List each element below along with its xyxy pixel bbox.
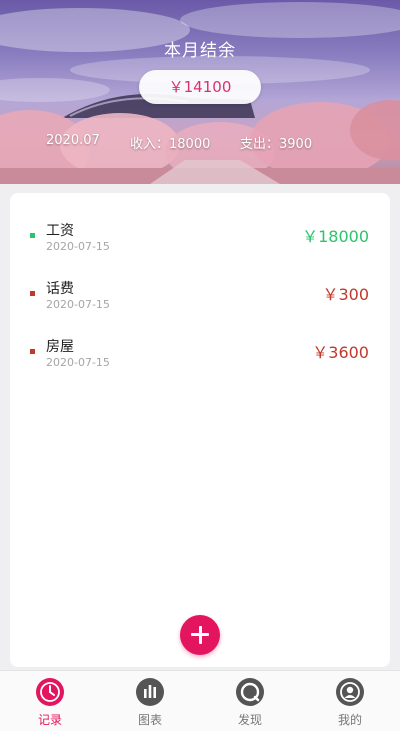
tab-charts[interactable]: 图表: [120, 675, 180, 729]
bar-chart-icon: [136, 678, 164, 706]
record-amount: ￥300: [322, 285, 369, 304]
record-name: 房屋: [46, 339, 74, 355]
balance-title: 本月结余: [164, 41, 236, 61]
add-record-button[interactable]: [180, 615, 220, 655]
bottom-nav: 记录 图表 发现 我的: [0, 670, 400, 731]
records-card: 工资 2020-07-15 ￥18000 话费 2020-07-15 ￥300 …: [10, 193, 390, 667]
record-row-housing[interactable]: 房屋 2020-07-15 ￥3600: [10, 329, 390, 383]
record-row-phone[interactable]: 话费 2020-07-15 ￥300: [10, 271, 390, 325]
header-banner: 本月结余 ￥14100 2020.07 收入：18000 支出：3900: [0, 0, 400, 184]
tab-label: 发现: [237, 713, 262, 727]
expense-total: 支出：3900: [240, 137, 313, 152]
tab-label: 记录: [37, 713, 62, 727]
record-name: 工资: [46, 223, 74, 239]
user-icon: [336, 678, 364, 706]
record-name: 话费: [46, 281, 74, 297]
income-total: 收入：18000: [130, 137, 211, 152]
clock-icon: [36, 678, 64, 706]
record-amount: ￥3600: [312, 343, 369, 362]
balance-amount: ￥14100: [139, 70, 261, 104]
record-date: 2020-07-15: [46, 298, 110, 311]
month-summary: 2020.07 收入：18000 支出：3900: [0, 130, 400, 154]
record-date: 2020-07-15: [46, 240, 110, 253]
record-date: 2020-07-15: [46, 356, 110, 369]
tab-label: 我的: [337, 713, 362, 727]
record-amount: ￥18000: [302, 227, 369, 246]
expense-dot: [30, 291, 35, 296]
tab-label: 图表: [137, 713, 162, 727]
record-row-salary[interactable]: 工资 2020-07-15 ￥18000: [10, 213, 390, 267]
expense-dot: [30, 349, 35, 354]
income-dot: [30, 233, 35, 238]
tab-records[interactable]: 记录: [20, 675, 80, 729]
discover-icon: [236, 678, 264, 706]
tab-mine[interactable]: 我的: [320, 675, 380, 729]
tab-discover[interactable]: 发现: [220, 675, 280, 729]
month-label[interactable]: 2020.07: [46, 133, 100, 148]
